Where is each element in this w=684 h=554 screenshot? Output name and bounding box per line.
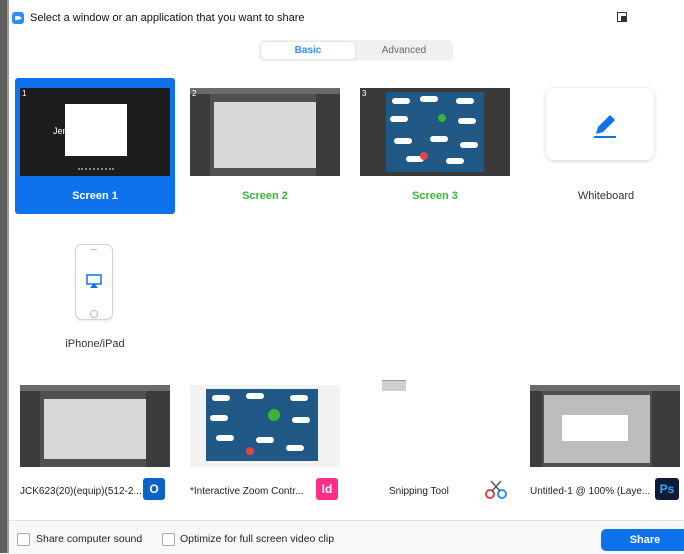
window-mode-icon[interactable] xyxy=(617,12,627,22)
app-window-indesign-preview xyxy=(190,385,340,467)
tab-advanced[interactable]: Advanced xyxy=(357,42,451,59)
app-window-snipping-tool[interactable]: Snipping Tool xyxy=(360,385,528,505)
app-window-indesign-title: *Interactive Zoom Contr... xyxy=(190,486,304,497)
airplay-icon xyxy=(86,274,102,288)
whiteboard-label: Whiteboard xyxy=(577,190,635,202)
whiteboard-card xyxy=(546,88,654,160)
screen-3-tile[interactable]: 3 Screen 3 xyxy=(355,78,515,214)
app-window-photoshop-preview xyxy=(530,385,680,467)
app-window-outlook-title: JCK623(20)(equip)(512-2... xyxy=(20,486,142,497)
screen-1-number: 1 xyxy=(22,89,27,98)
photoshop-icon: Ps xyxy=(655,478,679,500)
whiteboard-tile[interactable]: Whiteboard xyxy=(526,78,684,214)
screen-2-label: Screen 2 xyxy=(242,190,288,202)
pencil-icon xyxy=(594,115,616,138)
app-window-photoshop-title: Untitled-1 @ 100% (Laye... xyxy=(530,486,651,497)
screen-2-tile[interactable]: 2 Screen 2 xyxy=(185,78,345,214)
screen-3-label: Screen 3 xyxy=(412,190,458,202)
optimize-video-label[interactable]: Optimize for full screen video clip xyxy=(180,533,334,545)
app-window-indesign[interactable]: *Interactive Zoom Contr... Id xyxy=(190,385,358,505)
outlook-icon: O xyxy=(143,478,165,500)
scissors-icon xyxy=(485,480,507,499)
screen-2-preview: 2 xyxy=(190,88,340,176)
app-window-photoshop[interactable]: Untitled-1 @ 100% (Laye... Ps xyxy=(530,385,684,505)
share-screen-icon xyxy=(12,12,24,24)
screen-1-preview-text: Jen... D... xyxy=(53,126,92,136)
share-button[interactable]: Share xyxy=(601,529,684,551)
share-sound-label[interactable]: Share computer sound xyxy=(36,533,142,545)
app-window-outlook-preview xyxy=(20,385,170,467)
iphone-ipad-tile[interactable]: iPhone/iPad xyxy=(15,236,175,356)
screen-2-number: 2 xyxy=(192,89,197,98)
screen-1-tile[interactable]: Jen... D... 1 Screen 1 xyxy=(15,78,175,214)
phone-icon xyxy=(75,244,113,320)
background-window-edge xyxy=(0,0,9,553)
optimize-video-checkbox[interactable] xyxy=(162,533,175,546)
dialog-title: Select a window or an application that y… xyxy=(30,12,305,24)
screen-3-preview: 3 xyxy=(360,88,510,176)
share-sound-checkbox[interactable] xyxy=(17,533,30,546)
screen-3-number: 3 xyxy=(362,89,367,98)
app-window-outlook[interactable]: JCK623(20)(equip)(512-2... O xyxy=(20,385,188,505)
indesign-icon: Id xyxy=(316,478,338,500)
screen-1-preview: Jen... D... 1 xyxy=(20,88,170,176)
tab-basic[interactable]: Basic xyxy=(261,42,355,59)
app-window-snipping-tool-title: Snipping Tool xyxy=(389,486,449,497)
iphone-ipad-label: iPhone/iPad xyxy=(65,338,125,350)
screen-1-label: Screen 1 xyxy=(72,190,118,202)
share-tabs: Basic Advanced xyxy=(259,40,453,61)
